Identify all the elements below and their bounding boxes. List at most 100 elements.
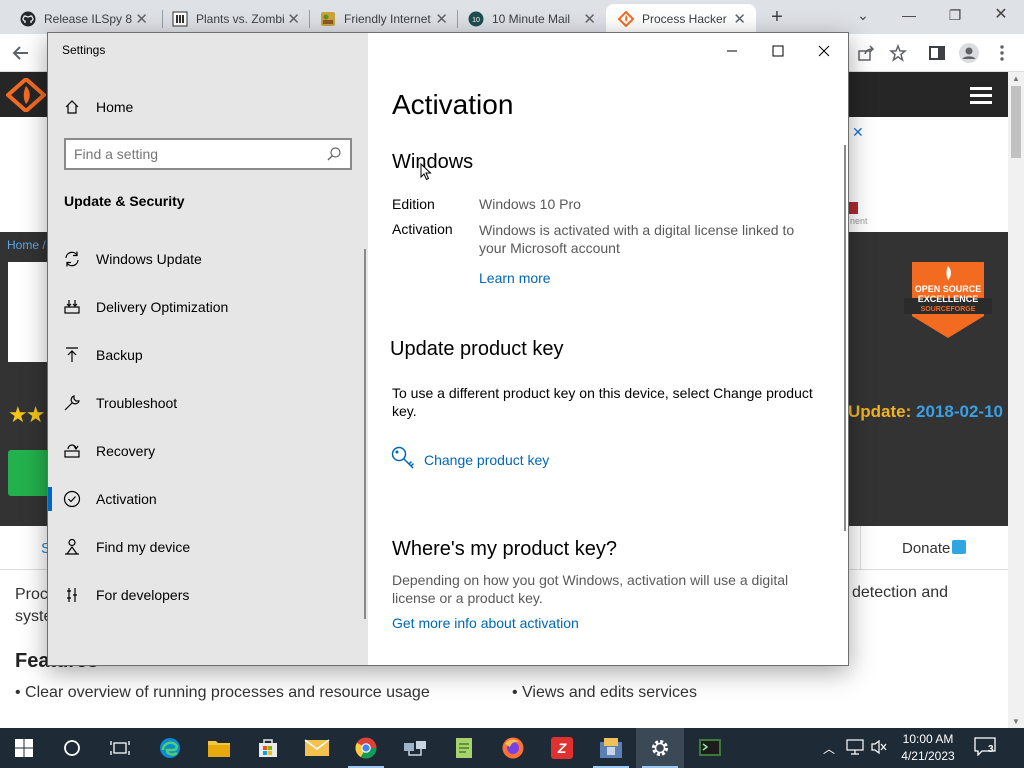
- edge-icon[interactable]: [146, 728, 194, 768]
- close-icon[interactable]: ✕: [135, 10, 148, 28]
- close-icon[interactable]: ✕: [287, 10, 300, 28]
- more-menu-icon[interactable]: [991, 42, 1013, 64]
- donate-link[interactable]: Donate: [902, 540, 950, 557]
- tab-search-icon[interactable]: ⌄: [848, 4, 878, 26]
- tab-title: 10 Minute Mail: [492, 12, 571, 26]
- bookmark-star-icon[interactable]: [887, 42, 909, 64]
- microsoft-store-icon[interactable]: [244, 728, 292, 768]
- nav-troubleshoot[interactable]: Troubleshoot: [48, 381, 366, 425]
- github-icon: [20, 11, 36, 27]
- back-arrow-icon[interactable]: [10, 42, 32, 64]
- ad-close-icon[interactable]: ✕: [852, 124, 864, 141]
- app-z-icon[interactable]: Z: [538, 728, 586, 768]
- nav-for-developers[interactable]: For developers: [48, 573, 366, 617]
- close-icon[interactable]: ✕: [986, 4, 1016, 26]
- search-input[interactable]: [74, 145, 324, 163]
- svg-text:Z: Z: [557, 740, 567, 756]
- download-button[interactable]: [8, 450, 50, 496]
- svg-text:EXCELLENCE: EXCELLENCE: [918, 294, 979, 304]
- search-icon[interactable]: [48, 728, 96, 768]
- scroll-thumb[interactable]: [1011, 86, 1021, 158]
- firefox-icon[interactable]: [489, 728, 537, 768]
- update-product-key-description: To use a different product key on this d…: [392, 385, 813, 419]
- chrome-icon[interactable]: [342, 728, 390, 768]
- network-icon[interactable]: [846, 739, 864, 760]
- maximize-icon[interactable]: [756, 37, 800, 65]
- search-icon[interactable]: [326, 146, 342, 162]
- content-scrollbar[interactable]: [844, 145, 846, 531]
- clock[interactable]: 10:00 AM 4/21/2023: [896, 731, 960, 765]
- activation-label: Activation: [392, 221, 453, 237]
- nav-delivery-optimization[interactable]: Delivery Optimization: [48, 285, 366, 329]
- activation-status-continued: your Microsoft account: [479, 240, 620, 256]
- browser-tab-ilspy[interactable]: Release ILSpy 8.0 ✕: [8, 4, 158, 34]
- nav-label: Recovery: [96, 443, 156, 459]
- close-icon[interactable]: ✕: [733, 10, 746, 28]
- find-setting-search[interactable]: [64, 138, 352, 170]
- browser-tab-pvz[interactable]: Plants vs. Zombies ✕: [160, 4, 310, 34]
- browser-tab-process-hacker[interactable]: Process Hacker ✕: [606, 4, 756, 34]
- chevron-up-icon[interactable]: ︿: [823, 740, 835, 757]
- browser-tab-friendly-internet[interactable]: Friendly Internet ✕: [308, 4, 458, 34]
- feature-item: • Views and edits services: [512, 684, 697, 701]
- section-heading: Update & Security: [64, 193, 185, 209]
- terminal-icon[interactable]: [686, 728, 734, 768]
- browser-tab-10-minute-mail[interactable]: 10 10 Minute Mail ✕: [456, 4, 606, 34]
- close-icon[interactable]: ✕: [435, 10, 448, 28]
- person-pin-icon: [62, 537, 82, 557]
- browser-tab-strip: Release ILSpy 8.0 ✕ Plants vs. Zombies ✕…: [0, 0, 1024, 34]
- nav-windows-update[interactable]: Windows Update: [48, 237, 366, 281]
- network-share-icon[interactable]: [391, 728, 439, 768]
- security-tool-icon[interactable]: [587, 728, 635, 768]
- where-product-key-description: Depending on how you got Windows, activa…: [392, 572, 789, 606]
- nav-label: For developers: [96, 587, 190, 603]
- sourceforge-logo[interactable]: [4, 76, 48, 114]
- task-view-icon[interactable]: [96, 728, 144, 768]
- profile-avatar-icon[interactable]: [958, 42, 980, 64]
- nav-find-my-device[interactable]: Find my device: [48, 525, 366, 569]
- svg-text:10: 10: [472, 17, 480, 24]
- page-scrollbar[interactable]: ▲ ▼: [1008, 72, 1024, 728]
- minimize-icon[interactable]: —: [894, 4, 924, 26]
- nav-label: Troubleshoot: [96, 395, 178, 411]
- side-panel-icon[interactable]: [926, 42, 948, 64]
- settings-content-pane: Activation Windows Edition Windows 10 Pr…: [368, 33, 848, 665]
- ad-text: nent: [850, 216, 868, 226]
- start-button[interactable]: [0, 728, 48, 768]
- tab-title: Plants vs. Zombies: [196, 12, 284, 26]
- close-icon[interactable]: [802, 37, 846, 65]
- learn-more-link[interactable]: Learn more: [479, 270, 551, 286]
- notepad-icon[interactable]: [440, 728, 488, 768]
- hamburger-menu-icon[interactable]: [970, 87, 992, 104]
- change-product-key-link[interactable]: Change product key: [424, 452, 549, 468]
- close-icon[interactable]: ✕: [583, 10, 596, 28]
- nav-backup[interactable]: Backup: [48, 333, 366, 377]
- page-title: Activation: [392, 89, 514, 120]
- more-info-activation-link[interactable]: Get more info about activation: [392, 615, 579, 631]
- share-icon[interactable]: [855, 42, 877, 64]
- restore-icon[interactable]: ❐: [940, 4, 970, 26]
- windows-heading: Windows: [392, 151, 474, 173]
- key-icon[interactable]: [390, 445, 418, 473]
- minimize-icon[interactable]: [710, 37, 754, 65]
- nav-scrollbar[interactable]: [364, 249, 366, 619]
- nav-label: Windows Update: [96, 251, 202, 267]
- feature-item: • Clear overview of running processes an…: [15, 684, 430, 701]
- volume-muted-icon[interactable]: [870, 739, 888, 760]
- backup-icon: [62, 345, 82, 365]
- settings-app-icon[interactable]: [636, 728, 684, 768]
- new-tab-button[interactable]: +: [766, 4, 788, 30]
- open-source-excellence-badge: OPEN SOURCE EXCELLENCE SOURCEFORGE: [904, 258, 992, 342]
- notification-center-icon[interactable]: [974, 736, 998, 760]
- svg-text:SOURCEFORGE: SOURCEFORGE: [921, 306, 976, 313]
- breadcrumb[interactable]: Home /: [7, 238, 46, 252]
- nav-label: Delivery Optimization: [96, 299, 229, 315]
- file-explorer-icon[interactable]: [195, 728, 243, 768]
- nav-recovery[interactable]: Recovery: [48, 429, 366, 473]
- wiki-icon: [172, 11, 188, 27]
- nav-home[interactable]: Home: [48, 85, 366, 129]
- project-thumbnail: [8, 262, 48, 362]
- sourceforge-icon: [618, 11, 634, 27]
- nav-activation[interactable]: Activation: [48, 477, 366, 521]
- mail-icon[interactable]: [293, 728, 341, 768]
